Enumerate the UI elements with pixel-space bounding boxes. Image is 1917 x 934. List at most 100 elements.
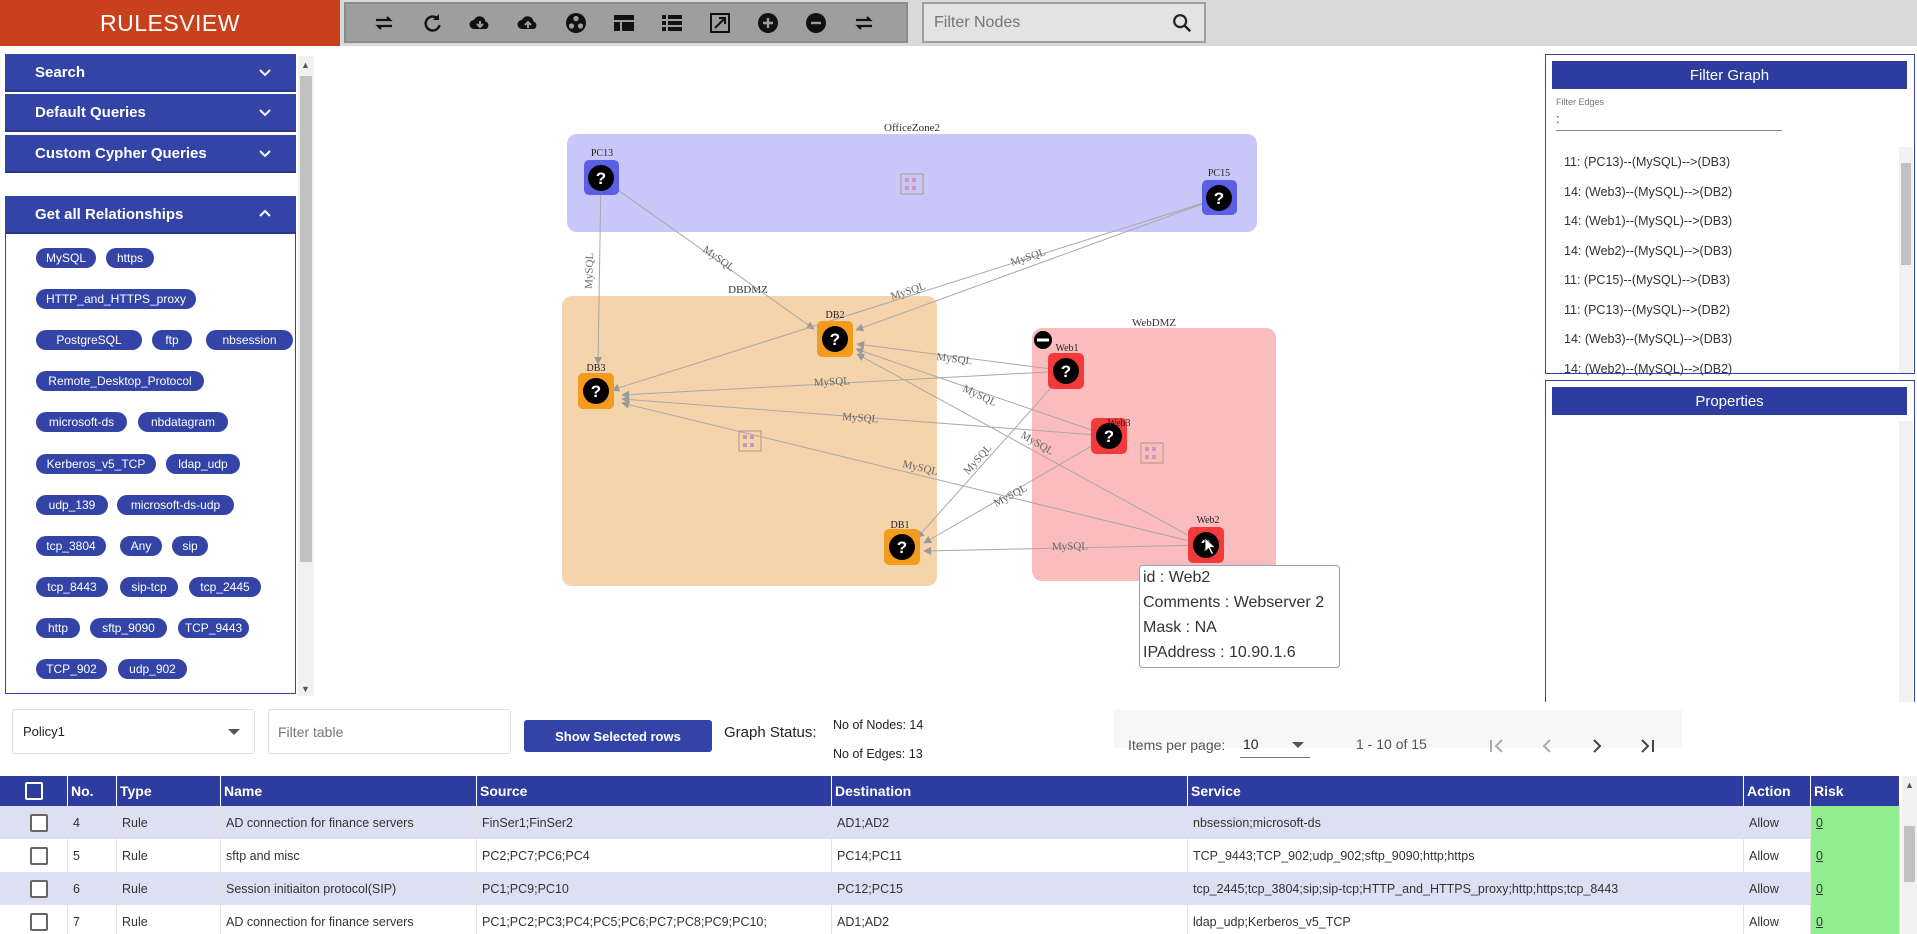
relationship-chip[interactable]: udp_902	[118, 659, 187, 679]
row-select-cell	[0, 872, 68, 905]
edge-list-scroll-thumb[interactable]	[1901, 163, 1911, 265]
table-row[interactable]: 5 Rule sftp and misc PC2;PC7;PC6;PC4 PC14;PC…	[0, 839, 1900, 872]
col-header-risk[interactable]: Risk	[1811, 776, 1900, 806]
relationship-chip[interactable]: sip-tcp	[120, 577, 178, 597]
node-web3[interactable]: ? Web3	[1091, 418, 1131, 454]
zone-label-officezone2: OfficeZone2	[884, 122, 940, 134]
accordion-get-all-relationships[interactable]: Get all Relationships	[5, 196, 296, 234]
relationship-chip[interactable]: udp_139	[36, 495, 108, 515]
relationship-chip[interactable]: TCP_9443	[178, 618, 249, 638]
col-header-no[interactable]: No.	[68, 776, 117, 806]
graph-svg[interactable]: OfficeZone2 DBDMZ WebDMZ MySQL MySQL MyS…	[322, 46, 1534, 702]
relationship-chip[interactable]: Any	[120, 536, 162, 556]
row-checkbox[interactable]	[30, 813, 48, 832]
relationship-chip[interactable]: https	[106, 248, 154, 268]
policy-select[interactable]: Policy1	[12, 709, 255, 754]
zoom-out-icon[interactable]	[792, 6, 840, 40]
scroll-up-icon[interactable]: ▲	[301, 60, 310, 70]
risk-link[interactable]: 0	[1816, 849, 1823, 863]
filter-edges-input[interactable]: :	[1556, 111, 1782, 131]
edge-label: MySQL	[961, 442, 994, 477]
cell-action: Allow	[1744, 872, 1811, 905]
zoom-in-icon[interactable]	[744, 6, 792, 40]
cloud-download-icon[interactable]	[456, 6, 504, 40]
relationship-chip[interactable]: HTTP_and_HTTPS_proxy	[36, 289, 196, 309]
search-icon[interactable]	[1164, 5, 1200, 41]
table-layout-icon[interactable]	[600, 6, 648, 40]
edge-list-item[interactable]: 14: (Web2)--(MySQL)-->(DB2)	[1564, 362, 1732, 376]
table-scroll-thumb[interactable]	[1904, 826, 1915, 882]
refresh-icon[interactable]	[408, 6, 456, 40]
table-row[interactable]: 6 Rule Session initiaiton protocol(SIP) PC1…	[0, 872, 1900, 905]
swap-horizontal-icon[interactable]	[360, 6, 408, 40]
edge-list-item[interactable]: 11: (PC13)--(MySQL)-->(DB3)	[1564, 155, 1730, 169]
relationship-chip[interactable]: microsoft-ds	[36, 412, 127, 432]
relationship-chip[interactable]: http	[36, 618, 80, 638]
accordion-search[interactable]: Search	[5, 54, 296, 92]
items-per-page-select[interactable]: 10	[1240, 730, 1310, 758]
edge-list-item[interactable]: 11: (PC15)--(MySQL)-->(DB3)	[1564, 273, 1730, 287]
accordion-custom-cypher[interactable]: Custom Cypher Queries	[5, 135, 296, 173]
cloud-upload-icon[interactable]	[504, 6, 552, 40]
relationship-chip[interactable]: TCP_902	[36, 659, 107, 679]
edge-list-item[interactable]: 11: (PC13)--(MySQL)-->(DB2)	[1564, 303, 1730, 317]
relationship-chip[interactable]: MySQL	[36, 248, 96, 268]
relationship-chip[interactable]: ftp	[152, 330, 192, 350]
collapse-icon[interactable]	[1034, 331, 1052, 349]
tooltip-mask: Mask : NA	[1143, 619, 1217, 636]
edge-list-item[interactable]: 14: (Web3)--(MySQL)-->(DB3)	[1564, 332, 1732, 346]
row-checkbox[interactable]	[30, 846, 48, 865]
col-header-type[interactable]: Type	[117, 776, 221, 806]
risk-link[interactable]: 0	[1816, 915, 1823, 929]
relationship-chip[interactable]: nbdatagram	[138, 412, 228, 432]
list-icon[interactable]	[648, 6, 696, 40]
table-row[interactable]: 4 Rule AD connection for finance servers Fi…	[0, 806, 1900, 839]
cell-name: Session initiaiton protocol(SIP)	[221, 872, 477, 905]
relationship-chip[interactable]: sip	[172, 536, 208, 556]
col-header-source[interactable]: Source	[477, 776, 832, 806]
relationship-chip[interactable]: sftp_9090	[90, 618, 167, 638]
cluster-icon[interactable]	[552, 6, 600, 40]
relationship-chip[interactable]: tcp_3804	[36, 536, 106, 556]
row-checkbox[interactable]	[30, 912, 48, 931]
show-selected-rows-button[interactable]: Show Selected rows	[524, 720, 712, 752]
risk-link[interactable]: 0	[1816, 882, 1823, 896]
relationship-chip[interactable]: Kerberos_v5_TCP	[36, 454, 156, 474]
previous-page-icon[interactable]	[1534, 733, 1560, 759]
scroll-down-icon[interactable]: ▼	[301, 684, 310, 694]
next-page-icon[interactable]	[1584, 733, 1610, 759]
fullscreen-icon[interactable]	[696, 6, 744, 40]
edge-label: MySQL	[842, 411, 879, 426]
edge-list-item[interactable]: 14: (Web1)--(MySQL)-->(DB3)	[1564, 214, 1732, 228]
first-page-icon[interactable]	[1484, 733, 1510, 759]
relationship-chip[interactable]: tcp_8443	[36, 577, 108, 597]
relationship-chip[interactable]: ldap_udp	[166, 454, 240, 474]
relationship-chip[interactable]: microsoft-ds-udp	[117, 495, 234, 515]
filter-table-input[interactable]	[269, 723, 489, 740]
last-page-icon[interactable]	[1634, 733, 1660, 759]
scroll-up-icon[interactable]: ▲	[1905, 780, 1914, 790]
relationship-chip[interactable]: PostgreSQL	[36, 330, 142, 350]
col-header-destination[interactable]: Destination	[832, 776, 1188, 806]
node-label: Web3	[1107, 418, 1130, 429]
swap-icon[interactable]	[840, 6, 888, 40]
zone-officezone2[interactable]	[567, 134, 1257, 232]
graph-canvas[interactable]: OfficeZone2 DBDMZ WebDMZ MySQL MySQL MyS…	[322, 46, 1534, 702]
accordion-default-queries[interactable]: Default Queries	[5, 94, 296, 132]
edge-list-item[interactable]: 14: (Web2)--(MySQL)-->(DB3)	[1564, 244, 1732, 258]
row-checkbox[interactable]	[30, 879, 48, 898]
sidebar-scroll-thumb[interactable]	[300, 76, 312, 562]
zone-dbdmz[interactable]	[562, 296, 937, 586]
table-row[interactable]: 7 Rule AD connection for finance servers PC…	[0, 905, 1900, 934]
select-all-checkbox[interactable]	[24, 782, 43, 800]
properties-scrollbar[interactable]	[1899, 421, 1913, 733]
col-header-service[interactable]: Service	[1188, 776, 1744, 806]
relationship-chip[interactable]: Remote_Desktop_Protocol	[36, 371, 204, 391]
relationship-chip[interactable]: nbsession	[206, 330, 293, 350]
filter-nodes-input[interactable]	[924, 7, 1164, 38]
edge-list-item[interactable]: 14: (Web3)--(MySQL)-->(DB2)	[1564, 185, 1732, 199]
col-header-name[interactable]: Name	[221, 776, 477, 806]
relationship-chip[interactable]: tcp_2445	[189, 577, 261, 597]
risk-link[interactable]: 0	[1816, 816, 1823, 830]
col-header-action[interactable]: Action	[1744, 776, 1811, 806]
